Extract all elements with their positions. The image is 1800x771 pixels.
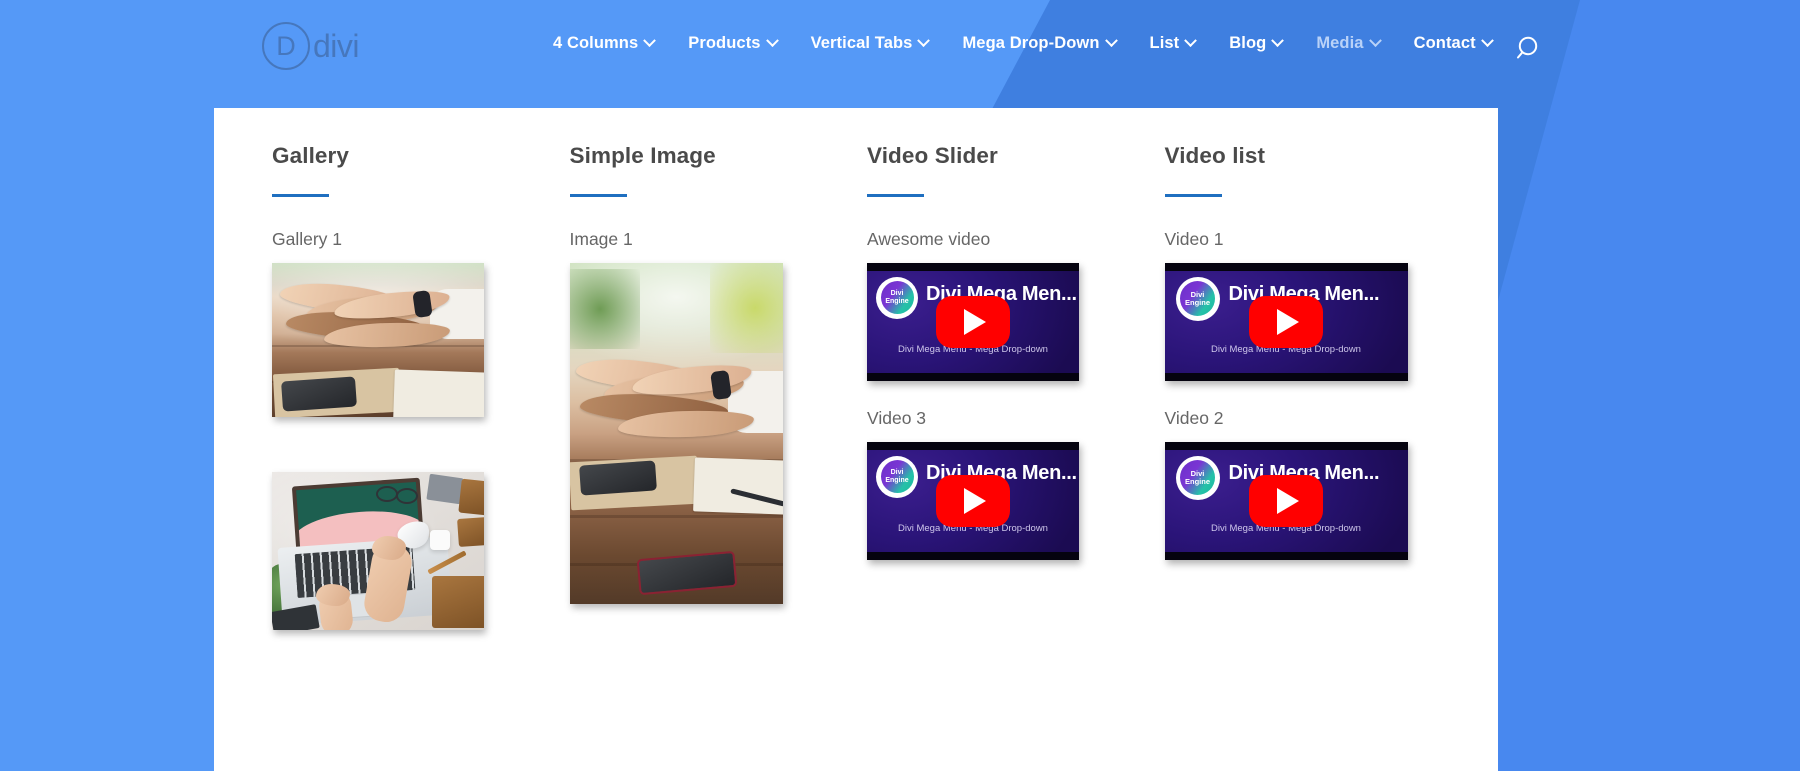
main-navigation: 4 Columns Products Vertical Tabs Mega Dr… xyxy=(536,34,1509,53)
columns-container: Gallery Gallery 1 Simple Image Image 1 V… xyxy=(272,143,1462,630)
column-title: Video Slider xyxy=(867,143,998,168)
site-header: D divi 4 Columns Products Vertical Tabs … xyxy=(0,0,1800,102)
logo-line-2: Engine xyxy=(1184,476,1210,486)
item-label-video-1: Video 1 xyxy=(1164,229,1224,249)
nav-item-products[interactable]: Products xyxy=(671,34,793,53)
nav-item-list[interactable]: List xyxy=(1133,34,1213,53)
divi-engine-logo-icon: Divi Engine xyxy=(876,455,918,498)
nav-item-media[interactable]: Media xyxy=(1299,34,1396,53)
chevron-down-icon xyxy=(1271,34,1285,48)
chevron-down-icon xyxy=(765,34,779,48)
nav-label: Contact xyxy=(1413,34,1476,52)
play-icon[interactable] xyxy=(1249,475,1323,527)
nav-item-4-columns[interactable]: 4 Columns xyxy=(536,34,671,53)
gallery-image-1[interactable] xyxy=(272,263,484,417)
divi-logo-mark: D xyxy=(262,22,310,70)
divi-logo-icon[interactable]: D divi xyxy=(262,22,360,70)
title-divider xyxy=(1164,194,1222,197)
content-panel: Gallery Gallery 1 Simple Image Image 1 V… xyxy=(214,108,1498,771)
nav-label: Media xyxy=(1316,34,1364,52)
nav-label: List xyxy=(1149,34,1180,52)
search-icon[interactable] xyxy=(1515,34,1545,64)
video-thumbnail[interactable]: Divi Engine Divi Mega Men... Divi Mega M… xyxy=(1164,442,1408,560)
logo-line-1: Divi xyxy=(890,469,904,477)
logo-line-2: Engine xyxy=(885,297,909,305)
nav-label: Products xyxy=(688,34,761,52)
gallery-image-2[interactable] xyxy=(272,472,484,630)
column-title: Video list xyxy=(1164,143,1266,168)
simple-image-1[interactable] xyxy=(569,263,783,604)
item-label-awesome-video: Awesome video xyxy=(867,229,991,249)
column-video-slider: Video Slider Awesome video Divi Engine D… xyxy=(867,143,1165,630)
video-thumbnail[interactable]: Divi Engine Divi Mega Men... Divi Mega M… xyxy=(867,263,1079,381)
divi-engine-logo-icon: Divi Engine xyxy=(876,276,918,319)
chevron-down-icon xyxy=(643,34,657,48)
logo-line-1: Divi xyxy=(890,290,904,298)
column-title: Simple Image xyxy=(569,143,716,168)
play-icon[interactable] xyxy=(936,475,1010,527)
play-icon[interactable] xyxy=(1249,296,1323,348)
logo-line-2: Engine xyxy=(885,476,909,484)
title-divider xyxy=(867,194,924,197)
item-label-image-1: Image 1 xyxy=(569,229,633,249)
divi-logo-word: divi xyxy=(313,27,360,64)
chevron-down-icon xyxy=(917,34,931,48)
title-divider xyxy=(272,194,329,197)
nav-label: Mega Drop-Down xyxy=(962,34,1100,52)
video-thumbnail[interactable]: Divi Engine Divi Mega Men... Divi Mega M… xyxy=(867,442,1079,560)
column-video-list: Video list Video 1 Divi Engine Divi Mega… xyxy=(1164,143,1463,630)
divi-engine-logo-icon: Divi Engine xyxy=(1175,455,1220,500)
nav-label: Blog xyxy=(1229,34,1267,52)
item-label-video-2: Video 2 xyxy=(1164,408,1224,428)
chevron-down-icon xyxy=(1184,34,1198,48)
nav-item-mega-drop-down[interactable]: Mega Drop-Down xyxy=(945,34,1132,53)
logo-line-2: Engine xyxy=(1184,297,1210,307)
nav-label: Vertical Tabs xyxy=(810,34,913,52)
play-icon[interactable] xyxy=(936,296,1010,348)
chevron-down-icon xyxy=(1480,34,1494,48)
column-gallery: Gallery Gallery 1 xyxy=(272,143,570,630)
column-title: Gallery xyxy=(272,143,349,168)
video-thumbnail[interactable]: Divi Engine Divi Mega Men... Divi Mega M… xyxy=(1164,263,1408,381)
nav-item-vertical-tabs[interactable]: Vertical Tabs xyxy=(794,34,946,53)
divi-engine-logo-icon: Divi Engine xyxy=(1175,276,1220,321)
title-divider xyxy=(569,194,627,197)
page-root: D divi 4 Columns Products Vertical Tabs … xyxy=(0,0,1800,771)
nav-item-blog[interactable]: Blog xyxy=(1212,34,1299,53)
item-label-gallery-1: Gallery 1 xyxy=(272,229,343,249)
nav-label: 4 Columns xyxy=(553,34,639,52)
chevron-down-icon xyxy=(1368,34,1382,48)
nav-item-contact[interactable]: Contact xyxy=(1397,34,1509,53)
chevron-down-icon xyxy=(1104,34,1118,48)
column-simple-image: Simple Image Image 1 xyxy=(569,143,868,630)
item-label-video-3: Video 3 xyxy=(867,408,927,428)
